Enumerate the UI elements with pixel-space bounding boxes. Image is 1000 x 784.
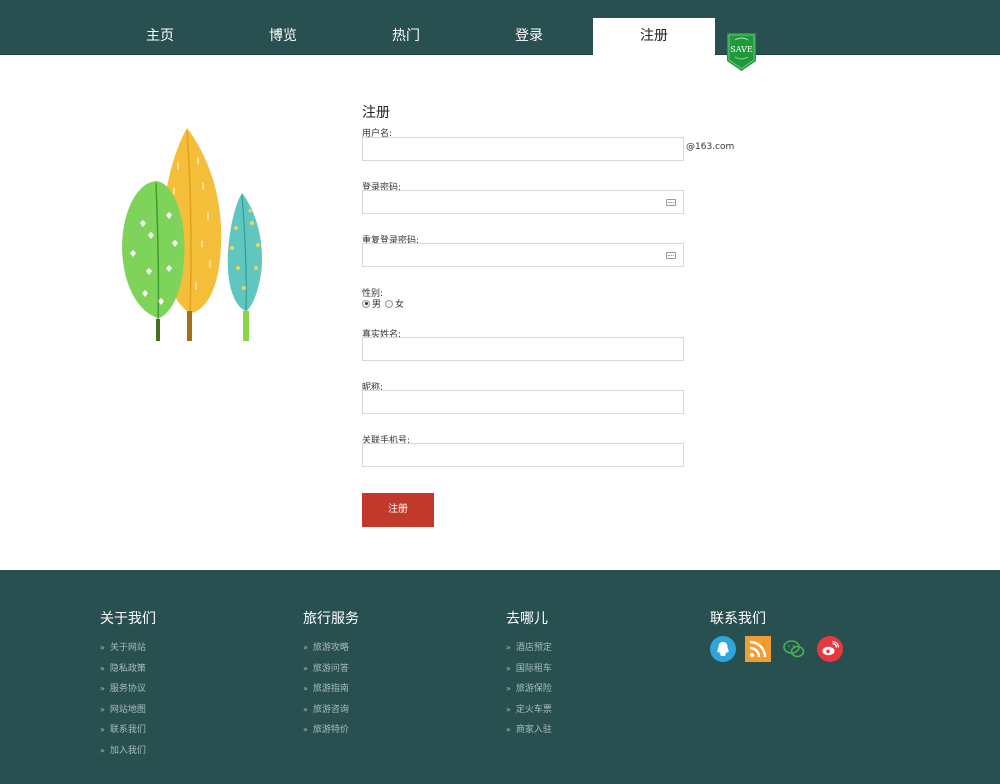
gender-radio-group: 男 女 xyxy=(362,297,408,310)
gender-female-label: 女 xyxy=(395,300,405,310)
footer-link[interactable]: » 隐私政策 xyxy=(100,659,156,680)
chevron-right-icon: » xyxy=(100,704,105,714)
footer-link[interactable]: » 旅游咨询 xyxy=(303,700,359,721)
footer-about: 关于我们 » 关于网站 » 隐私政策 » 服务协议 » 网站地图 » 联系我们 » 加入我们 xyxy=(100,610,156,762)
chevron-right-icon: » xyxy=(506,663,511,673)
phone-input[interactable] xyxy=(362,443,684,467)
chevron-right-icon: » xyxy=(303,704,308,714)
gender-male-radio[interactable] xyxy=(362,299,370,308)
gender-male-label: 男 xyxy=(372,300,382,310)
footer-contact: 联系我们 xyxy=(710,610,766,638)
footer: 关于我们 » 关于网站 » 隐私政策 » 服务协议 » 网站地图 » 联系我们 » 加入我们… xyxy=(0,570,1000,784)
qq-icon[interactable] xyxy=(710,636,736,662)
footer-link[interactable]: » 国际租车 xyxy=(506,659,552,680)
nav-item-login[interactable]: 登录 xyxy=(468,18,590,55)
nickname-input[interactable] xyxy=(362,390,684,414)
realname-input[interactable] xyxy=(362,337,684,361)
chevron-right-icon: » xyxy=(303,684,308,694)
register-submit-button[interactable]: 注册 xyxy=(362,493,434,527)
nav-item-hot[interactable]: 热门 xyxy=(345,18,467,55)
footer-where-title: 去哪儿 xyxy=(506,611,548,627)
footer-link[interactable]: » 加入我们 xyxy=(100,741,156,762)
chevron-right-icon: » xyxy=(303,725,308,735)
footer-link[interactable]: » 联系我们 xyxy=(100,720,156,741)
top-nav: 主页 博览 热门 登录 注册 xyxy=(0,0,1000,55)
nav-item-browse[interactable]: 博览 xyxy=(222,18,344,55)
username-input[interactable] xyxy=(362,137,684,161)
footer-link[interactable]: » 网站地图 xyxy=(100,700,156,721)
chevron-right-icon: » xyxy=(506,684,511,694)
chevron-right-icon: » xyxy=(100,643,105,652)
footer-service: 旅行服务 » 旅游攻略 » 旅游问答 » 旅游指南 » 旅游咨询 » 旅游特价 xyxy=(303,610,359,741)
chevron-right-icon: » xyxy=(506,643,511,652)
footer-link[interactable]: » 旅游攻略 xyxy=(303,638,359,659)
chevron-right-icon: » xyxy=(100,684,105,694)
footer-link[interactable]: » 旅游问答 xyxy=(303,659,359,680)
password-input[interactable] xyxy=(362,190,684,214)
footer-link[interactable]: » 旅游特价 xyxy=(303,720,359,741)
footer-link[interactable]: » 旅游保险 xyxy=(506,679,552,700)
footer-about-title: 关于我们 xyxy=(100,611,156,627)
footer-contact-title: 联系我们 xyxy=(710,611,766,627)
keyboard-icon xyxy=(666,252,676,259)
footer-link[interactable]: » 商家入驻 xyxy=(506,720,552,741)
chevron-right-icon: » xyxy=(100,725,105,735)
chevron-right-icon: » xyxy=(506,704,511,714)
footer-link[interactable]: » 服务协议 xyxy=(100,679,156,700)
footer-where: 去哪儿 » 酒店预定 » 国际租车 » 旅游保险 » 定火车票 » 商家入驻 xyxy=(506,610,552,741)
gender-female-radio[interactable] xyxy=(385,299,394,308)
footer-service-title: 旅行服务 xyxy=(303,611,359,627)
keyboard-icon xyxy=(666,199,676,206)
nav-item-home[interactable]: 主页 xyxy=(99,18,221,55)
username-suffix: @163.com xyxy=(686,142,735,152)
rss-icon[interactable] xyxy=(745,636,771,662)
save-badge-icon: SAVE xyxy=(727,33,756,71)
chevron-right-icon: » xyxy=(100,745,105,755)
footer-link[interactable]: » 关于网站 xyxy=(100,638,156,659)
weibo-icon[interactable] xyxy=(817,636,843,662)
footer-link[interactable]: » 旅游指南 xyxy=(303,679,359,700)
nav-item-register[interactable]: 注册 xyxy=(593,18,715,55)
save-badge-text: SAVE xyxy=(730,45,753,54)
confirm-password-input[interactable] xyxy=(362,243,684,267)
footer-link[interactable]: » 定火车票 xyxy=(506,700,552,721)
chevron-right-icon: » xyxy=(303,663,308,673)
chevron-right-icon: » xyxy=(100,663,105,673)
form-title: 注册 xyxy=(362,105,390,121)
chevron-right-icon: » xyxy=(506,725,511,735)
footer-link[interactable]: » 酒店预定 xyxy=(506,638,552,659)
trees-illustration xyxy=(122,128,263,341)
wechat-icon[interactable] xyxy=(781,636,807,662)
chevron-right-icon: » xyxy=(303,643,308,652)
